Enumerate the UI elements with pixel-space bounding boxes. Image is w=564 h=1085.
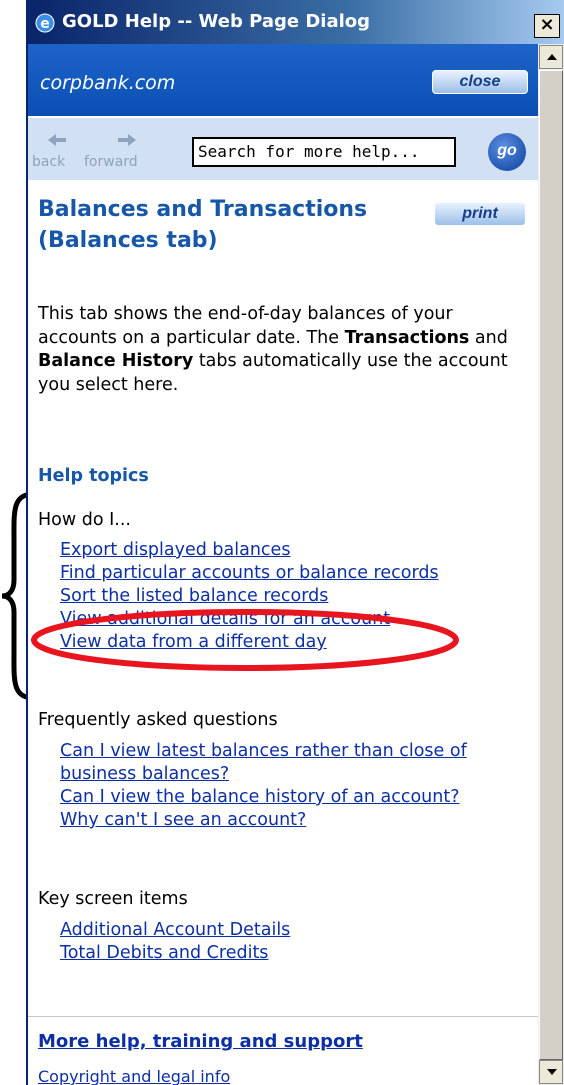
- link-find-accounts[interactable]: Find particular accounts or balance reco…: [60, 562, 530, 585]
- site-name: corpbank.com: [40, 72, 176, 94]
- nav-bar: back forward Search for more help... go: [28, 118, 538, 180]
- window-close-button[interactable]: ×: [534, 14, 560, 38]
- vertical-scrollbar[interactable]: [538, 44, 564, 1085]
- link-debits-credits[interactable]: Total Debits and Credits: [60, 942, 530, 965]
- copyright-link[interactable]: Copyright and legal info: [38, 1067, 230, 1085]
- forward-arrow-icon[interactable]: [116, 132, 138, 148]
- help-content: corpbank.com close back forward Search f…: [28, 44, 538, 1085]
- faq-links: Can I view latest balances rather than c…: [60, 740, 530, 832]
- key-items-links: Additional Account Details Total Debits …: [60, 919, 530, 965]
- site-header: corpbank.com close: [28, 44, 538, 116]
- title-bar: e GOLD Help -- Web Page Dialog ×: [28, 0, 564, 44]
- link-additional-details[interactable]: Additional Account Details: [60, 919, 530, 942]
- link-balance-history[interactable]: Can I view the balance history of an acc…: [60, 786, 530, 809]
- svg-text:e: e: [40, 16, 50, 32]
- help-dialog-window: e GOLD Help -- Web Page Dialog × corpban…: [26, 0, 564, 1085]
- back-arrow-icon[interactable]: [46, 132, 68, 148]
- scroll-up-button[interactable]: [539, 45, 563, 69]
- scroll-thumb[interactable]: [539, 70, 563, 1060]
- back-label[interactable]: back: [32, 154, 65, 170]
- divider: [28, 1016, 538, 1017]
- faq-label: Frequently asked questions: [38, 710, 278, 730]
- link-sort-records[interactable]: Sort the listed balance records: [60, 585, 530, 608]
- help-topics-heading: Help topics: [38, 466, 149, 486]
- intro-paragraph: This tab shows the end-of-day balances o…: [38, 304, 508, 395]
- how-do-i-label: How do I...: [38, 510, 131, 530]
- more-help-link[interactable]: More help, training and support: [38, 1031, 363, 1052]
- arrow-up-icon: [547, 54, 557, 60]
- go-button[interactable]: go: [488, 133, 526, 171]
- close-button[interactable]: close: [432, 70, 528, 94]
- how-do-i-links: Export displayed balances Find particula…: [60, 539, 530, 654]
- link-export-balances[interactable]: Export displayed balances: [60, 539, 530, 562]
- scroll-down-button[interactable]: [539, 1060, 563, 1084]
- ie-icon: e: [35, 13, 55, 33]
- link-view-details[interactable]: View additional details for an account: [60, 608, 530, 631]
- window-title: GOLD Help -- Web Page Dialog: [62, 11, 371, 32]
- key-items-label: Key screen items: [38, 889, 188, 909]
- arrow-down-icon: [547, 1069, 557, 1075]
- forward-label[interactable]: forward: [84, 154, 138, 170]
- link-latest-balances[interactable]: Can I view latest balances rather than c…: [60, 740, 530, 786]
- page-title: Balances and Transactions (Balances tab): [38, 197, 368, 253]
- search-input[interactable]: Search for more help...: [192, 137, 456, 167]
- print-button[interactable]: print: [434, 202, 526, 226]
- link-cant-see-account[interactable]: Why can't I see an account?: [60, 809, 530, 832]
- link-view-different-day[interactable]: View data from a different day: [60, 631, 530, 654]
